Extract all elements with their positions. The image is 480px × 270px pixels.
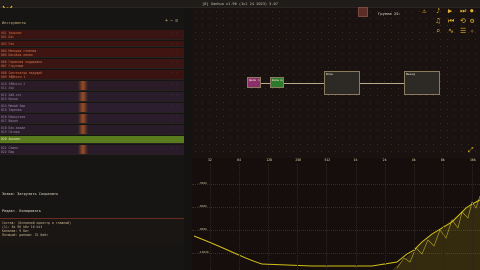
frequency-gridline — [326, 164, 328, 270]
window-title: [8] Ganhua v1.96 (Jul 24 2023) 5.07 — [202, 1, 278, 6]
instrument-name: 017 Вокал — [1, 118, 18, 123]
sliders-icon[interactable]: ☰ — [460, 27, 466, 35]
wire — [360, 83, 404, 84]
instrument-name: 011 Хор — [1, 85, 15, 90]
row-controls[interactable]: ◦◦ — [171, 42, 181, 46]
instrument-row-selected[interactable]: 020 Аккомп. ◦◦ — [0, 136, 184, 144]
graph-node-output[interactable]: Выход — [404, 71, 440, 95]
row-controls[interactable]: ◦◦ — [171, 146, 181, 150]
row-highlight — [78, 92, 88, 101]
menu-icon[interactable]: ≡ — [175, 18, 180, 24]
wire — [260, 83, 270, 84]
row-controls[interactable]: ◦◦ — [171, 60, 181, 64]
frequency-gridline — [413, 164, 415, 270]
instrument-name: 002 Бас — [1, 34, 15, 39]
zoom-icon[interactable]: ⌕ — [436, 27, 440, 35]
record-icon[interactable]: ⏺ — [470, 7, 474, 16]
instrument-row[interactable]: 001 Ударные 002 Бас ◦◦ — [0, 30, 184, 40]
frequency-gridline — [442, 164, 444, 270]
panel-header-icons: +−≡ — [165, 18, 180, 24]
row-controls[interactable]: ◦◦ — [171, 115, 181, 119]
alert-icon[interactable]: ⚠ — [422, 7, 426, 15]
spectrum-analyzer: 32 64 128 256 512 1k 2k 4k 8k 16k -30db -60db -90… — [192, 158, 480, 270]
node-label: Выход — [406, 72, 416, 76]
info-box: Состав: (Основной оркестр и главный) (1)… — [0, 218, 184, 244]
instrument-row[interactable]: 003 Pad ◦◦ — [0, 41, 184, 47]
instrument-name: 022 Пад — [1, 149, 15, 154]
fullscreen-icon[interactable]: ⤢ — [468, 146, 474, 155]
instrument-row[interactable]: 010 Эффекты 2 011 Хор ◦◦ — [0, 81, 184, 91]
instrument-name: 013 Бочка — [1, 96, 18, 101]
instrument-panel-header: Инструменты +−≡ — [0, 18, 184, 28]
settings-icon[interactable]: ⚙ — [470, 17, 474, 25]
wave-icon[interactable]: ∿ — [448, 27, 454, 35]
node-label: Блок — [326, 72, 334, 76]
frequency-gridline — [472, 164, 473, 270]
instrument-name: 015 Тарелки — [1, 107, 22, 112]
toolbar-icons: ⚠ ♪ ▶ ⏭ ⏺ ♫ ⏮ ⟲ ⚙ ⌕ ∿ ☰ ✧ — [418, 6, 480, 36]
row-highlight — [78, 125, 88, 134]
row-controls[interactable]: ◦◦ — [171, 71, 181, 75]
edit-actions[interactable]: Редакт. Копировать — [2, 209, 41, 213]
play-icon[interactable]: ▶ — [448, 7, 452, 15]
row-controls[interactable]: ◦◦ — [171, 126, 181, 130]
node-label: Дели 1 — [249, 78, 260, 82]
row-controls[interactable]: ◦◦ — [171, 82, 181, 86]
row-controls[interactable]: ◦◦ — [171, 104, 181, 108]
fx-icon[interactable]: ✧ — [470, 27, 474, 35]
graph-node-block[interactable]: Блок — [324, 71, 360, 95]
instrument-panel: Инструменты +−≡ 001 Ударные 002 Бас ◦◦ 003 … — [0, 8, 184, 270]
instrument-row[interactable]: 012 Хай-хэт 013 Бочка ◦◦ — [0, 92, 184, 102]
speaker-icon[interactable]: ♪ — [436, 7, 440, 15]
row-controls[interactable]: ◦◦ — [171, 49, 181, 53]
group-label: Группа 25: — [378, 11, 401, 16]
file-actions[interactable]: Знаки: Загрузить Сохранить — [2, 192, 58, 196]
frequency-gridline — [297, 164, 299, 270]
frequency-gridline — [210, 164, 211, 270]
info-line: Позиций: данные: 32 байт — [2, 233, 49, 237]
instrument-row[interactable]: 018 Бэк-вокал 019 Гитара ◦◦ — [0, 125, 184, 135]
row-highlight — [78, 145, 88, 154]
instrument-name: 005 Басовая линия — [1, 52, 33, 57]
instrument-name: 003 Pad — [1, 41, 15, 46]
instrument-panel-label: Инструменты — [2, 21, 26, 25]
instrument-name: 019 Гитара — [1, 129, 20, 134]
wire — [284, 83, 324, 84]
rewind-icon[interactable]: ⏮ — [448, 17, 454, 26]
instrument-name: 009 Эффекты 1 — [1, 74, 26, 79]
row-controls[interactable]: ◦◦ — [171, 31, 181, 35]
instrument-row[interactable]: 006 Гармония поддержка 007 Струнные ◦◦ — [0, 59, 184, 69]
instrument-row[interactable]: 008 Синтезатор ведущий 009 Эффекты 1 ◦◦ — [0, 70, 184, 80]
instrument-row[interactable]: 016 Перкуссия 017 Вокал ◦◦ — [0, 114, 184, 124]
spectrum-trace — [193, 195, 480, 270]
instrument-row[interactable]: 014 Малый бар 015 Тарелки ◦◦ — [0, 103, 184, 113]
row-controls[interactable]: ◦◦ — [171, 93, 181, 97]
row-highlight — [78, 114, 88, 123]
row-highlight — [78, 81, 88, 90]
graph-node-filter[interactable]: Фильтр — [270, 77, 284, 88]
frequency-gridline — [239, 164, 241, 270]
instrument-row[interactable]: 021 Сэмпл 022 Пад ◦◦ — [0, 145, 184, 155]
group-color-swatch[interactable] — [358, 7, 368, 17]
title-bar: [8] Ganhua v1.96 (Jul 24 2023) 5.07 — [0, 0, 480, 13]
frequency-gridline — [355, 164, 357, 270]
node-label: Фильтр — [272, 78, 283, 82]
instrument-name: 020 Аккомп. — [1, 136, 22, 141]
graph-node-delay[interactable]: Дели 1 — [247, 77, 261, 88]
loop-icon[interactable]: ⟲ — [460, 17, 466, 25]
frequency-gridline — [268, 164, 270, 270]
skip-icon[interactable]: ⏭ — [460, 7, 466, 16]
instrument-name: 007 Струнные — [1, 63, 24, 68]
frequency-gridline — [384, 164, 386, 270]
sample-icon[interactable]: ♫ — [436, 17, 440, 25]
instrument-row[interactable]: 004 Мелодия главная 005 Басовая линия ◦◦ — [0, 48, 184, 58]
row-highlight — [78, 103, 88, 112]
row-controls[interactable]: ◦◦ — [171, 137, 181, 141]
